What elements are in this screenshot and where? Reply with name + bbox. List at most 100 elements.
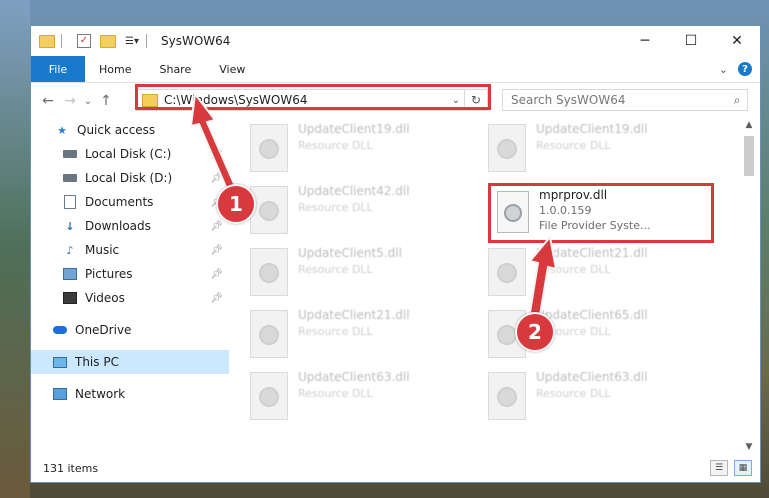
search-box[interactable]: ⌕ [502,89,748,111]
dll-file-icon [497,191,529,233]
sidebar-item-onedrive[interactable]: OneDrive [31,318,229,342]
sidebar-item-label: Quick access [77,123,156,137]
sidebar-item-label: This PC [75,355,119,369]
sidebar-item-videos[interactable]: Videos 📌︎ [31,286,229,310]
dll-file-icon [488,372,526,420]
file-name: UpdateClient5.dll [298,246,402,260]
tab-home[interactable]: Home [85,56,145,82]
onedrive-icon [53,324,67,336]
drive-icon [63,172,77,184]
search-input[interactable] [503,92,727,108]
scroll-up-button[interactable]: ▲ [742,118,756,132]
large-icons-view-button[interactable]: ▦ [734,460,752,476]
tab-view[interactable]: View [205,56,259,82]
dll-file-icon [488,124,526,172]
file-type: Resource DLL [298,325,373,338]
maximize-button[interactable]: ☐ [668,26,714,56]
dll-file-icon [250,248,288,296]
documents-icon [63,195,77,209]
dll-file-icon [250,124,288,172]
list-item[interactable]: UpdateClient63.dll Resource DLL [474,366,704,426]
scroll-down-button[interactable]: ▼ [742,440,756,454]
network-icon [53,388,67,400]
step-badge-2: 2 [515,312,555,352]
new-folder-icon[interactable] [100,34,116,48]
title-bar: ✓ ☰▾ SysWOW64 ─ ☐ ✕ [31,26,760,56]
ribbon-tabs: File Home Share View ⌄ ? [31,56,760,83]
item-count: 131 items [43,461,99,475]
help-icon[interactable]: ? [738,62,752,76]
sidebar-item-pictures[interactable]: Pictures 📌︎ [31,262,229,286]
status-bar: 131 items ☰ ▦ [31,454,760,482]
star-icon: ★ [57,123,67,137]
folder-icon [39,34,55,48]
highlighted-file-mprprov[interactable]: mprprov.dll 1.0.0.159 File Provider Syst… [488,183,714,243]
minimize-button[interactable]: ─ [622,26,668,56]
sidebar-item-label: Documents [85,195,154,209]
divider [61,34,62,48]
list-item[interactable]: UpdateClient5.dll Resource DLL [236,242,466,302]
tab-file[interactable]: File [31,56,85,82]
file-type: Resource DLL [298,387,373,400]
file-type: Resource DLL [298,263,373,276]
sidebar-item-label: Local Disk (C:) [85,147,172,161]
sidebar-item-network[interactable]: Network [31,382,229,406]
dll-file-icon [250,372,288,420]
list-item[interactable]: UpdateClient21.dll Resource DLL [474,242,704,302]
sidebar-item-this-pc[interactable]: This PC [31,350,229,374]
sidebar-item-label: Local Disk (D:) [85,171,173,185]
file-name: mprprov.dll [539,188,608,202]
properties-icon[interactable]: ✓ [76,34,92,48]
scroll-thumb[interactable] [744,136,754,176]
sidebar-item-label: Videos [85,291,125,305]
ribbon-collapse-icon[interactable]: ⌄ [719,63,728,76]
recent-locations-button[interactable]: ⌄ [81,90,95,112]
tab-share[interactable]: Share [145,56,205,82]
file-description: File Provider Syste... [539,219,651,232]
back-button[interactable]: ← [37,90,59,112]
list-item[interactable]: UpdateClient65.dll Resource DLL [474,304,704,364]
file-name: UpdateClient21.dll [298,308,410,322]
list-item[interactable]: UpdateClient42.dll Resource DLL [236,180,466,240]
close-button[interactable]: ✕ [714,26,760,56]
sidebar-item-label: Pictures [85,267,133,281]
pin-icon: 📌︎ [210,292,223,304]
list-item[interactable]: UpdateClient63.dll Resource DLL [236,366,466,426]
up-button[interactable]: ↑ [95,90,117,112]
list-item[interactable]: UpdateClient21.dll Resource DLL [236,304,466,364]
file-type: Resource DLL [536,387,611,400]
downloads-icon: ↓ [65,219,75,233]
file-name: UpdateClient42.dll [298,184,410,198]
file-name: UpdateClient19.dll [298,122,410,136]
list-item[interactable]: UpdateClient19.dll Resource DLL [474,118,704,178]
file-name: UpdateClient19.dll [536,122,648,136]
sidebar-item-label: Downloads [85,219,151,233]
dll-file-icon [250,310,288,358]
forward-button[interactable]: → [59,90,81,112]
sidebar-item-downloads[interactable]: ↓ Downloads 📌︎ [31,214,229,238]
file-type: Resource DLL [536,139,611,152]
divider [146,34,147,48]
sidebar-item-label: Music [85,243,120,257]
music-icon: ♪ [66,243,74,257]
pictures-icon [63,268,77,280]
pc-icon [53,356,67,368]
dll-file-icon [250,186,288,234]
drive-icon [63,148,77,160]
pin-icon: 📌︎ [210,220,223,232]
file-list: UpdateClient19.dll Resource DLL UpdateCli… [236,118,740,454]
sidebar-item-music[interactable]: ♪ Music 📌︎ [31,238,229,262]
window-title: SysWOW64 [161,34,231,48]
file-name: UpdateClient63.dll [298,370,410,384]
search-icon[interactable]: ⌕ [727,93,747,108]
customize-quick-access-icon[interactable]: ☰▾ [124,34,140,48]
sidebar-item-label: Network [75,387,126,401]
sidebar-item-label: OneDrive [75,323,132,337]
desktop-background [0,0,30,498]
file-type: Resource DLL [298,139,373,152]
details-view-button[interactable]: ☰ [710,460,728,476]
vertical-scrollbar[interactable]: ▲ ▼ [742,118,756,454]
file-name: UpdateClient63.dll [536,370,648,384]
list-item[interactable]: UpdateClient19.dll Resource DLL [236,118,466,178]
videos-icon [63,292,77,304]
